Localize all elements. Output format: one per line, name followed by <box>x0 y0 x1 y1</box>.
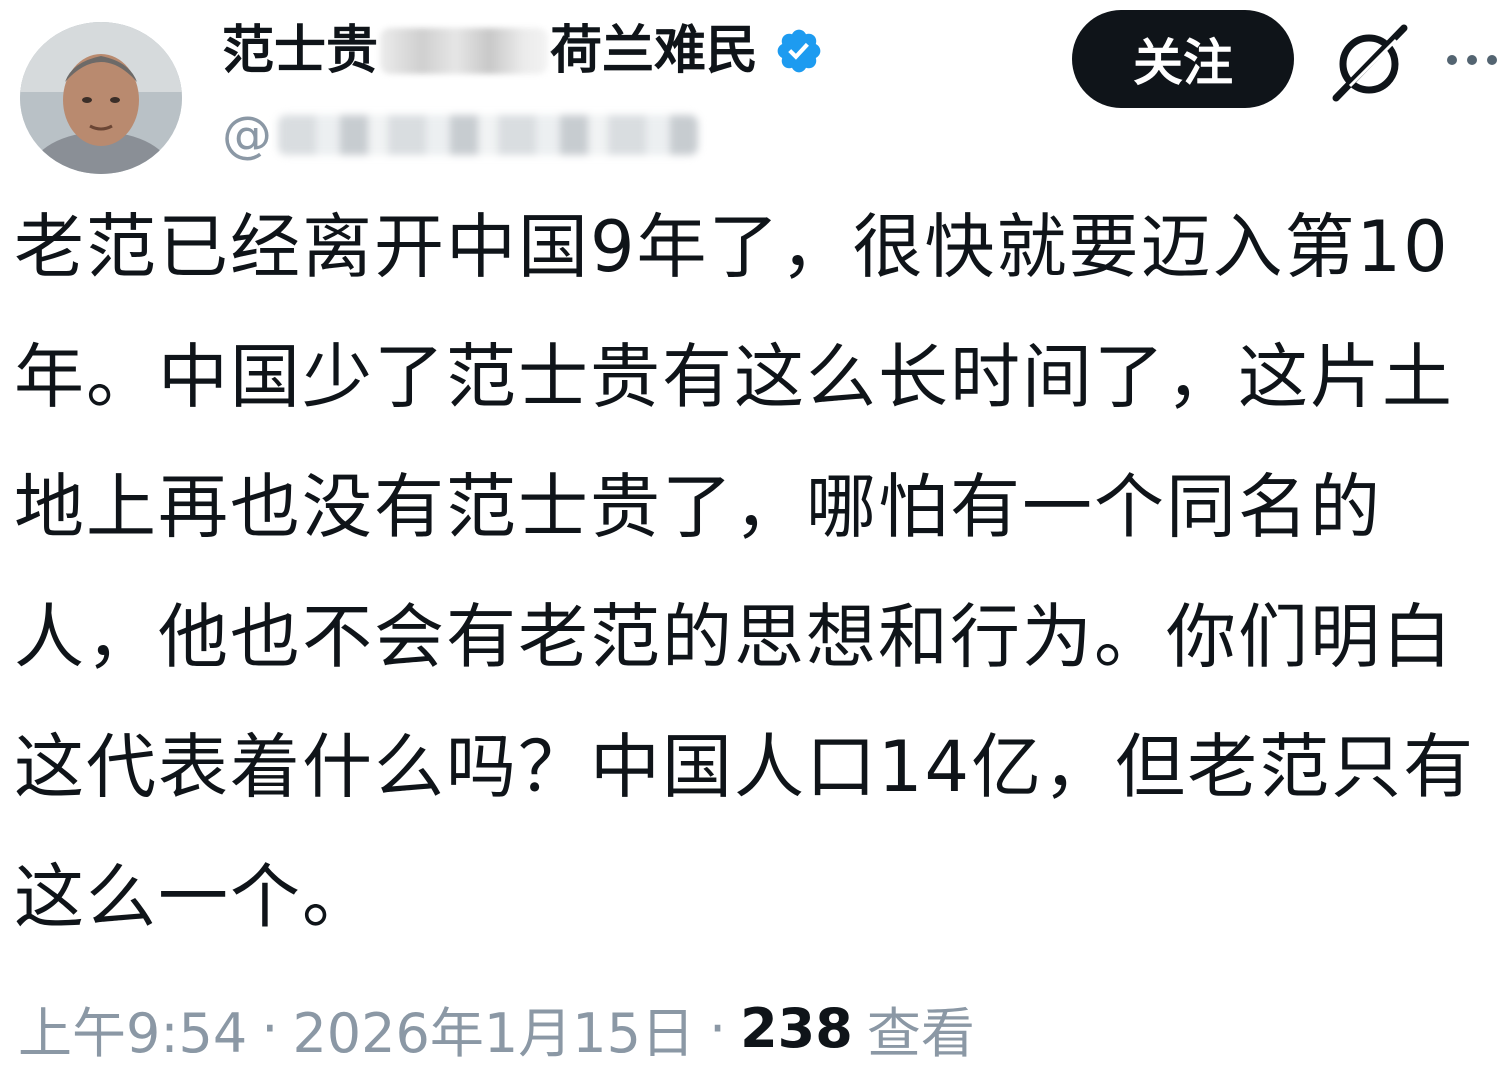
tweet-time[interactable]: 上午9:54 <box>18 989 247 1068</box>
follow-button[interactable]: 关注 <box>1072 10 1294 108</box>
user-photo-avatar <box>20 22 182 174</box>
display-name-row: 范士贵 荷兰难民 <box>222 16 824 86</box>
views-count[interactable]: 238 <box>740 997 853 1060</box>
meta-separator: · <box>261 996 279 1060</box>
more-options-icon[interactable] <box>1444 38 1500 82</box>
tweet-text: 老范已经离开中国9年了，很快就要迈入第10年。中国少了范士贵有这么长时间了，这片… <box>14 206 1476 938</box>
blurred-name-segment <box>380 28 549 74</box>
views-label[interactable]: 查看 <box>867 989 975 1068</box>
handle-row: @ <box>222 100 698 170</box>
verified-badge-icon <box>777 29 821 73</box>
display-name-suffix[interactable]: 荷兰难民 <box>550 16 758 86</box>
meta-separator: · <box>708 996 727 1060</box>
tweet-date[interactable]: 2026年1月15日 <box>292 989 695 1068</box>
handle-at-sign[interactable]: @ <box>222 106 272 164</box>
display-name-prefix[interactable]: 范士贵 <box>222 16 378 86</box>
grok-icon[interactable] <box>1326 22 1412 102</box>
avatar[interactable] <box>20 22 182 174</box>
blurred-handle <box>278 115 698 155</box>
tweet-meta: 上午9:54 · 2026年1月15日 · 238 查看 <box>18 990 975 1066</box>
